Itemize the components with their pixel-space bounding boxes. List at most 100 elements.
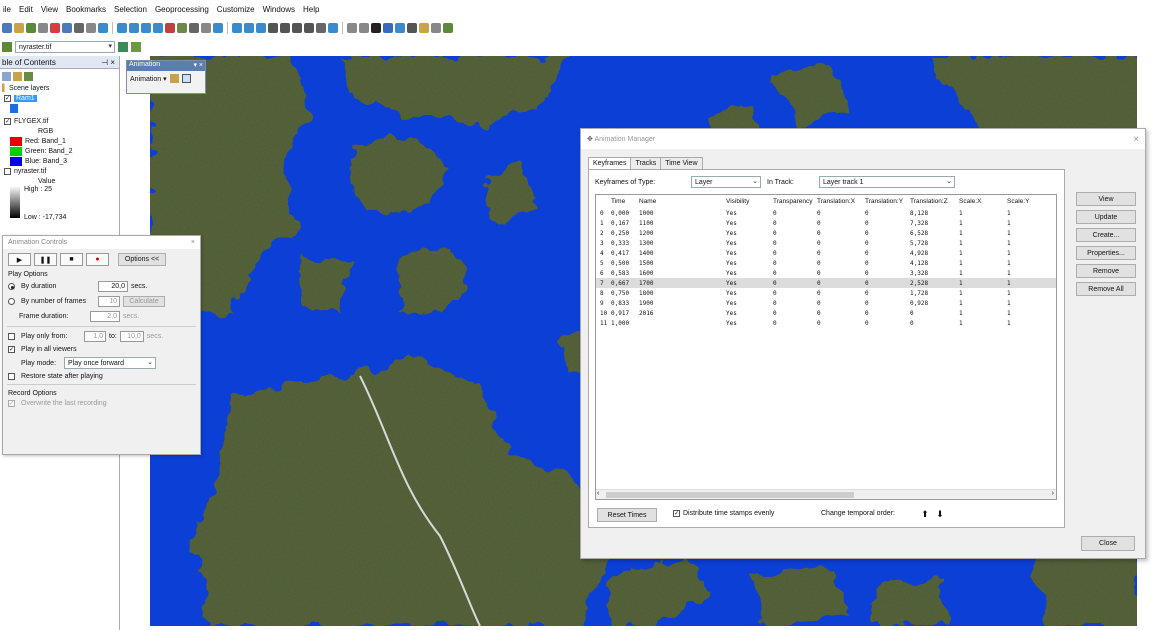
keyframes-table[interactable]: Time Name Visibility Transparency Transl… xyxy=(595,194,1057,500)
layer-nyraster[interactable]: nyraster.tif xyxy=(0,166,119,176)
close-icon[interactable]: × xyxy=(191,239,195,246)
menu-selection[interactable]: Selection xyxy=(114,5,147,14)
play-mode-select[interactable]: Play once forward ⌄ xyxy=(64,357,156,369)
toolbar-tool-icon[interactable] xyxy=(26,23,36,33)
frames-input[interactable]: 10 xyxy=(98,296,120,307)
list-by-drawing-icon[interactable] xyxy=(2,71,11,81)
tab-tracks[interactable]: Tracks xyxy=(630,157,662,169)
restore-state-checkbox[interactable] xyxy=(8,373,15,380)
tool-icon[interactable] xyxy=(131,42,141,52)
toolbar-tool-icon[interactable] xyxy=(177,23,187,33)
table-row[interactable]: 7 0,667 1700 Yes 0 0 0 2,528 1 1 xyxy=(596,278,1056,288)
play-all-viewers-checkbox[interactable]: ✓ xyxy=(8,346,15,353)
col-translation-y[interactable]: Translation:Y xyxy=(865,198,910,205)
toolbar-tool-icon[interactable] xyxy=(86,23,96,33)
col-visibility[interactable]: Visibility xyxy=(726,198,773,205)
scrollbar-thumb[interactable] xyxy=(606,492,854,498)
table-row[interactable]: 11 1,000 Yes 0 0 0 0 1 1 xyxy=(596,318,1056,328)
toolbar-tool-icon[interactable] xyxy=(292,23,302,33)
toolbar-tool-icon[interactable] xyxy=(304,23,314,33)
col-translation-x[interactable]: Translation:X xyxy=(817,198,865,205)
properties-button[interactable]: Properties... xyxy=(1076,246,1136,260)
table-row[interactable]: 2 0,250 1200 Yes 0 0 0 6,528 1 1 xyxy=(596,228,1056,238)
layer-ram1[interactable]: ✓ Ram1 xyxy=(0,93,119,103)
scroll-left-icon[interactable]: ‹ xyxy=(597,490,599,497)
toolbar-tool-icon[interactable] xyxy=(244,23,254,33)
frame-duration-input[interactable]: 2,0 xyxy=(90,311,120,322)
table-row[interactable]: 5 0,500 1500 Yes 0 0 0 4,128 1 1 xyxy=(596,258,1056,268)
menu-customize[interactable]: Customize xyxy=(217,5,255,14)
toolbar-tool-icon[interactable] xyxy=(74,23,84,33)
menu-geoprocessing[interactable]: Geoprocessing xyxy=(155,5,209,14)
close-button[interactable]: Close xyxy=(1081,536,1135,551)
layer-checkbox[interactable]: ✓ xyxy=(4,117,11,125)
remove-button[interactable]: Remove xyxy=(1076,264,1136,278)
toolbar-tool-icon[interactable] xyxy=(371,23,381,33)
toolbar-tool-icon[interactable] xyxy=(280,23,290,33)
toolbar-tool-icon[interactable] xyxy=(38,23,48,33)
table-row[interactable]: 1 0,167 1100 Yes 0 0 0 7,328 1 1 xyxy=(596,218,1056,228)
by-frames-radio[interactable] xyxy=(8,298,15,305)
toolbar-tool-icon[interactable] xyxy=(359,23,369,33)
col-time[interactable]: Time xyxy=(611,198,639,205)
close-icon[interactable]: × xyxy=(1133,134,1139,145)
table-row[interactable]: 10 0,917 2016 Yes 0 0 0 0 1 1 xyxy=(596,308,1056,318)
pin-close-icon[interactable]: ⊣ × xyxy=(101,58,115,67)
menu-ile[interactable]: ile xyxy=(3,5,11,14)
toolbar-tool-icon[interactable] xyxy=(201,23,211,33)
close-icon[interactable]: ▾ × xyxy=(193,61,203,71)
toolbar-tool-icon[interactable] xyxy=(347,23,357,33)
table-row[interactable]: 8 0,750 1800 Yes 0 0 0 1,728 1 1 xyxy=(596,288,1056,298)
table-row[interactable]: 3 0,333 1300 Yes 0 0 0 5,728 1 1 xyxy=(596,238,1056,248)
col-translation-z[interactable]: Translation:Z xyxy=(910,198,959,205)
view-button[interactable]: View xyxy=(1076,192,1136,206)
list-by-source-icon[interactable] xyxy=(13,71,22,81)
remove-all-button[interactable]: Remove All xyxy=(1076,282,1136,296)
list-by-visibility-icon[interactable] xyxy=(24,71,33,81)
play-from-input[interactable]: 1,0 xyxy=(84,331,106,342)
by-duration-radio[interactable] xyxy=(8,283,15,290)
toolbar-tool-icon[interactable] xyxy=(98,23,108,33)
table-row[interactable]: 0 0,000 1000 Yes 0 0 0 8,128 1 1 xyxy=(596,208,1056,218)
tab-time-view[interactable]: Time View xyxy=(660,157,703,169)
pause-button[interactable]: ❚❚ xyxy=(34,253,57,266)
play-only-checkbox[interactable] xyxy=(8,333,15,340)
toolbar-tool-icon[interactable] xyxy=(165,23,175,33)
options-button[interactable]: Options << xyxy=(118,253,166,266)
layer-checkbox[interactable]: ✓ xyxy=(4,94,11,102)
duration-input[interactable]: 20,0 xyxy=(98,281,128,292)
menu-windows[interactable]: Windows xyxy=(263,5,295,14)
track-select[interactable]: Layer track 1 ⌄ xyxy=(819,176,955,188)
layer-checkbox[interactable] xyxy=(4,167,11,175)
toolbar-tool-icon[interactable] xyxy=(62,23,72,33)
table-row[interactable]: 4 0,417 1400 Yes 0 0 0 4,928 1 1 xyxy=(596,248,1056,258)
record-button[interactable]: ● xyxy=(86,253,109,266)
toolbar-tool-icon[interactable] xyxy=(213,23,223,33)
layer-combo[interactable]: nyraster.tif ▾ xyxy=(15,41,115,53)
toolbar-tool-icon[interactable] xyxy=(383,23,393,33)
toolbar-tool-icon[interactable] xyxy=(153,23,163,33)
play-button[interactable]: ▶ xyxy=(8,253,31,266)
calculate-button[interactable]: Calculate xyxy=(123,296,165,307)
toolbar-tool-icon[interactable] xyxy=(328,23,338,33)
toolbar-tool-icon[interactable] xyxy=(2,23,12,33)
col-name[interactable]: Name xyxy=(639,198,726,205)
toolbar-tool-icon[interactable] xyxy=(268,23,278,33)
table-row[interactable]: 6 0,583 1600 Yes 0 0 0 3,328 1 1 xyxy=(596,268,1056,278)
toolbar-tool-icon[interactable] xyxy=(14,23,24,33)
toolbar-tool-icon[interactable] xyxy=(431,23,441,33)
create-button[interactable]: Create... xyxy=(1076,228,1136,242)
toolbar-tool-icon[interactable] xyxy=(395,23,405,33)
toolbar-tool-icon[interactable] xyxy=(256,23,266,33)
keyframe-type-select[interactable]: Layer ⌄ xyxy=(691,176,761,188)
menu-help[interactable]: Help xyxy=(303,5,319,14)
stop-button[interactable]: ■ xyxy=(60,253,83,266)
toolbar-tool-icon[interactable] xyxy=(407,23,417,33)
move-down-button[interactable]: ⬇ xyxy=(934,508,946,520)
scene-layers-group[interactable]: ▌ Scene layers xyxy=(0,83,119,93)
update-button[interactable]: Update xyxy=(1076,210,1136,224)
menu-view[interactable]: View xyxy=(41,5,58,14)
animation-controls-icon[interactable] xyxy=(181,74,191,83)
toolbar-tool-icon[interactable] xyxy=(129,23,139,33)
col-scale-y[interactable]: Scale:Y xyxy=(1007,198,1047,205)
